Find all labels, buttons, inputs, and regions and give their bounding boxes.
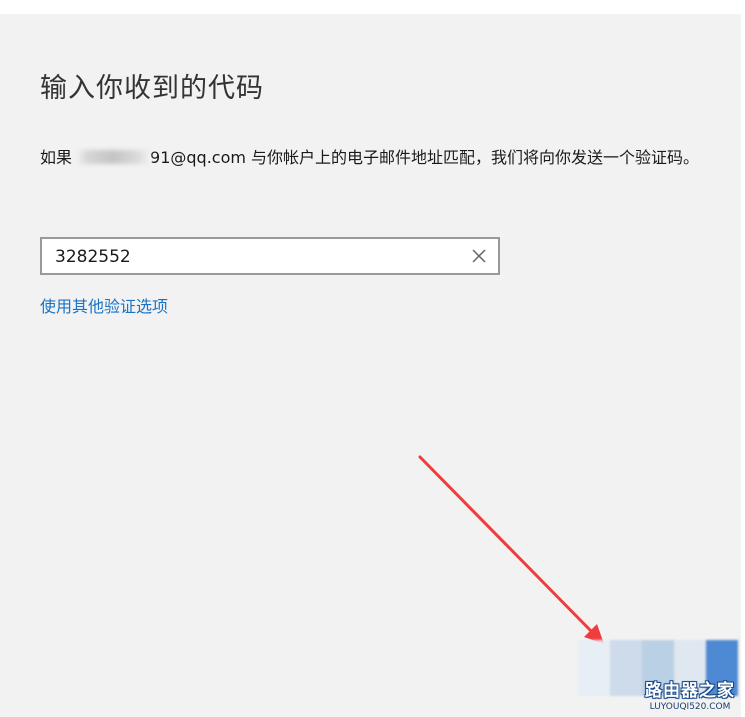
watermark-domain: LUYOUQI520.COM [649, 702, 731, 712]
description-text: 如果 91@qq.com 与你帐户上的电子邮件地址匹配，我们将向你发送一个验证码。 [40, 145, 730, 170]
screenshot-frame: 输入你收到的代码 如果 91@qq.com 与你帐户上的电子邮件地址匹配，我们将向… [0, 0, 745, 717]
close-icon[interactable] [466, 243, 492, 269]
email-suffix: 91@qq.com [150, 148, 246, 167]
page-title: 输入你收到的代码 [40, 73, 264, 104]
description-prefix: 如果 [40, 148, 73, 167]
verification-panel [0, 14, 741, 717]
code-input[interactable]: 3282552 [40, 237, 500, 275]
description-suffix: 与你帐户上的电子邮件地址匹配，我们将向你发送一个验证码。 [245, 148, 700, 167]
code-input-value: 3282552 [55, 247, 131, 267]
other-verification-options-link[interactable]: 使用其他验证选项 [40, 293, 168, 317]
watermark-logo: 路由器之家 LUYOUQI520.COM [640, 676, 740, 712]
masked-email-blur [76, 150, 151, 164]
watermark-name: 路由器之家 [645, 681, 735, 701]
